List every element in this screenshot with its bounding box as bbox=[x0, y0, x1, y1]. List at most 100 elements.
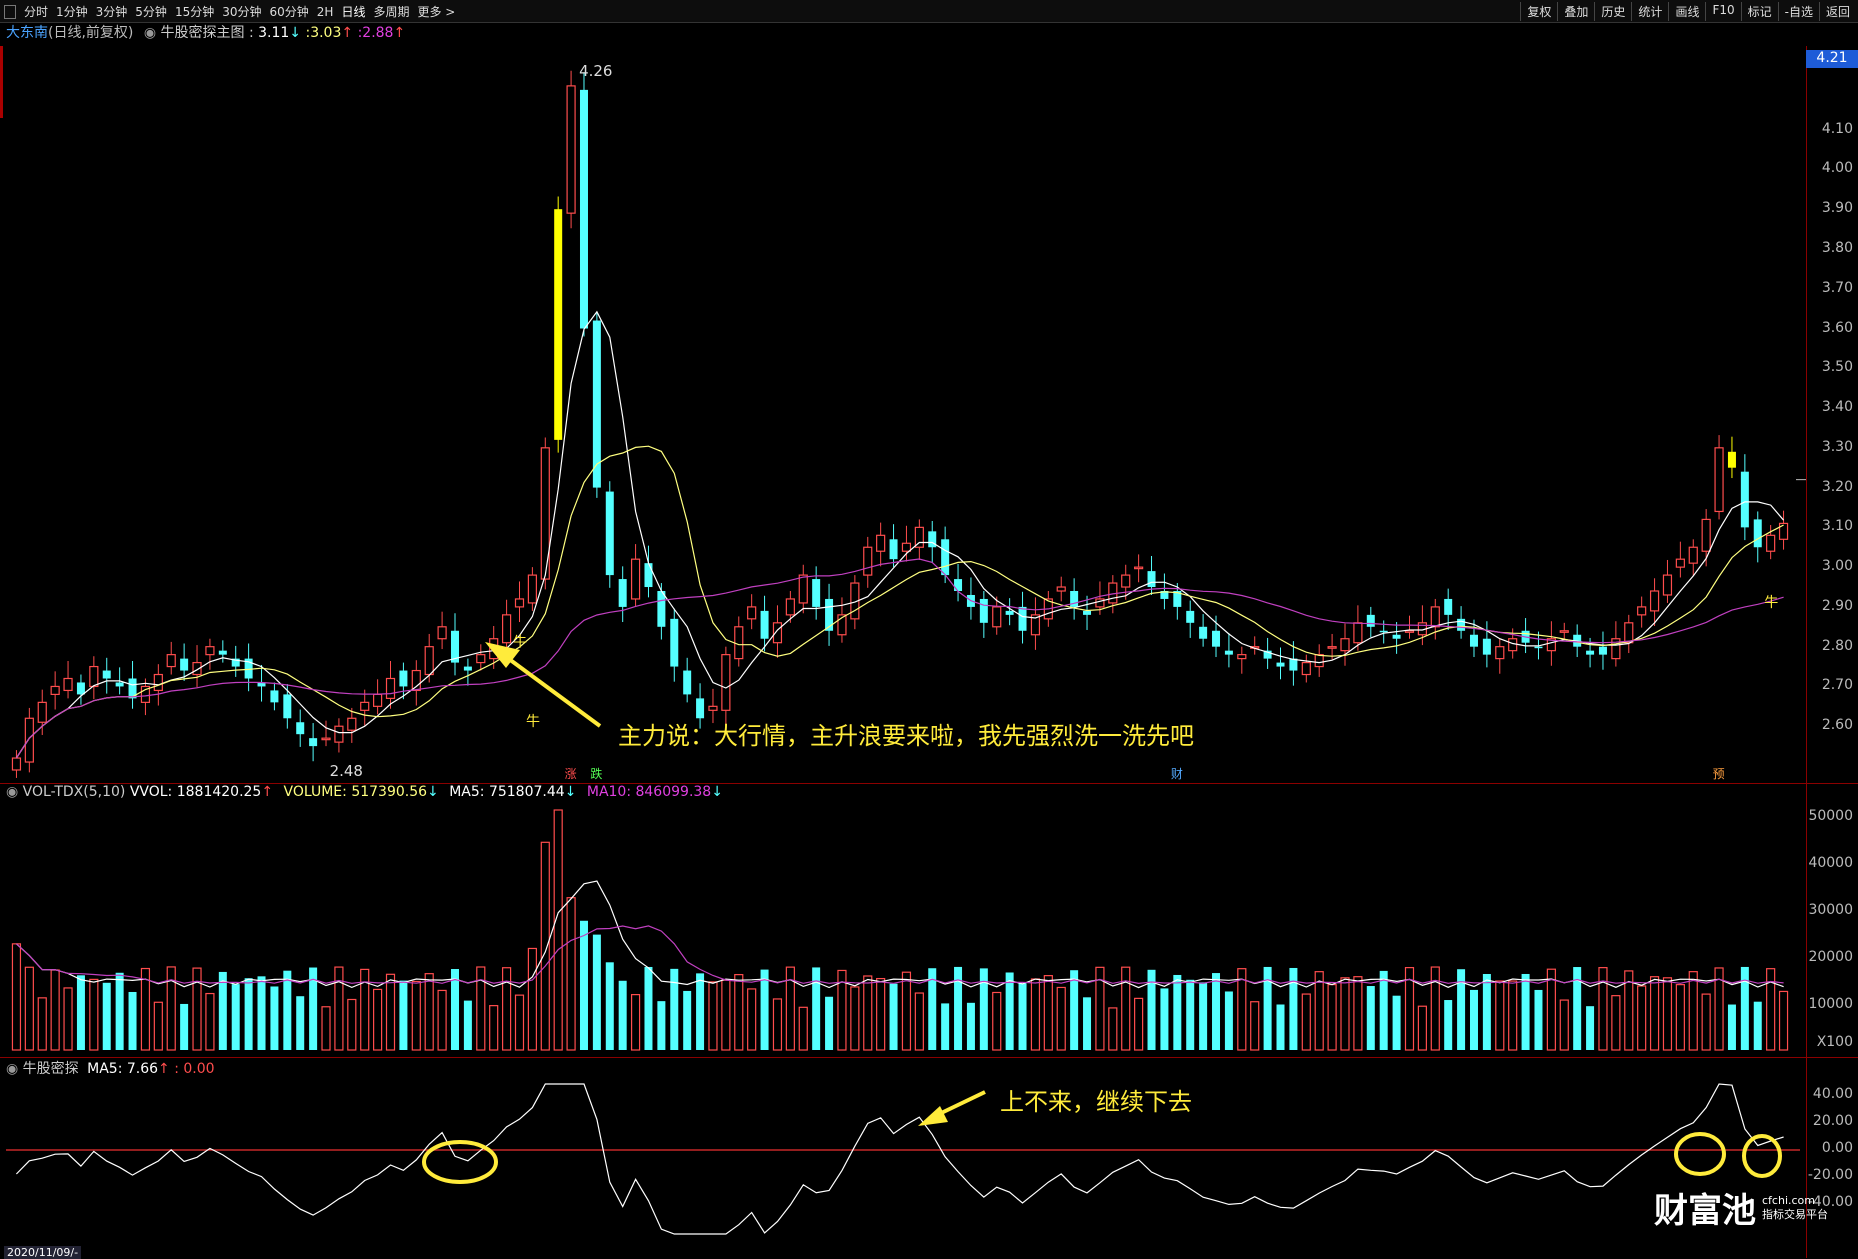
volume-tick: 20000 bbox=[1808, 949, 1853, 965]
candle-body bbox=[373, 693, 383, 707]
period-tab-9[interactable]: 多周期 bbox=[373, 3, 409, 20]
main-annotation: 主力说：大行情，主升浪要来啦，我先强烈洗一洗先吧 bbox=[618, 722, 1194, 750]
volume-chart[interactable] bbox=[0, 800, 1806, 1057]
volume-bar bbox=[1160, 988, 1169, 1050]
candle-body bbox=[889, 539, 898, 560]
candle-body bbox=[1495, 646, 1505, 660]
volume-bar bbox=[1417, 1005, 1427, 1051]
logo-tagline: 指标交易平台 bbox=[1762, 1207, 1828, 1221]
stock-name[interactable]: 大东南 bbox=[6, 25, 48, 41]
candle-body bbox=[347, 717, 357, 731]
period-tab-3[interactable]: 5分钟 bbox=[135, 3, 167, 20]
toolbar-button-8[interactable]: 返回 bbox=[1818, 2, 1856, 21]
candle-body bbox=[1134, 566, 1144, 570]
volume-bar bbox=[1649, 976, 1660, 1051]
candle-body bbox=[1224, 650, 1233, 655]
period-tab-2[interactable]: 3分钟 bbox=[96, 3, 128, 20]
indicator-name[interactable]: 牛股密探主图 : bbox=[161, 25, 254, 41]
toolbar-button-6[interactable]: 标记 bbox=[1740, 2, 1778, 21]
toolbar-button-4[interactable]: 画线 bbox=[1668, 2, 1705, 21]
volume-bar bbox=[1559, 999, 1569, 1051]
price-tick: 4.10 bbox=[1821, 120, 1853, 137]
candle-body bbox=[1649, 590, 1660, 612]
volume-bar bbox=[618, 980, 627, 1050]
indicator-value-3: 2.88 bbox=[362, 25, 394, 41]
toolbar-button-0[interactable]: 复权 bbox=[1520, 2, 1557, 21]
volume-bar bbox=[1508, 980, 1518, 1051]
candle-body bbox=[1766, 534, 1776, 552]
price-tick: 3.60 bbox=[1821, 319, 1853, 336]
volume-bar bbox=[180, 1003, 189, 1050]
volume-bar bbox=[89, 978, 99, 1051]
volume-bar bbox=[334, 966, 344, 1051]
toolbar-button-3[interactable]: 统计 bbox=[1631, 2, 1668, 21]
candle-body bbox=[657, 591, 666, 627]
volume-bar bbox=[772, 998, 783, 1051]
oscillator-chart[interactable] bbox=[0, 1074, 1806, 1258]
toolbar-button-1[interactable]: 叠加 bbox=[1557, 2, 1594, 21]
candle-body bbox=[424, 646, 434, 676]
candle-body bbox=[296, 722, 305, 735]
period-tab-1[interactable]: 1分钟 bbox=[56, 3, 88, 20]
candle-body bbox=[1147, 571, 1156, 588]
price-tick: 2.70 bbox=[1821, 677, 1853, 694]
toolbar-right-buttons: 复权 叠加 历史 统计 画线 F10 标记 -自选 返回 bbox=[1520, 2, 1856, 21]
period-tab-6[interactable]: 60分钟 bbox=[270, 3, 309, 20]
candle-body bbox=[954, 579, 963, 591]
candle-body bbox=[411, 669, 421, 692]
settings-icon[interactable]: ◉ bbox=[6, 784, 18, 800]
settings-icon[interactable]: ◉ bbox=[144, 25, 156, 41]
volume-bar bbox=[1043, 975, 1053, 1051]
toolbar-button-5[interactable]: F10 bbox=[1705, 2, 1740, 21]
period-tab-0[interactable]: 分时 bbox=[24, 3, 48, 20]
arrow-shaft bbox=[503, 654, 602, 728]
candle-body bbox=[153, 673, 163, 692]
volume-bar bbox=[747, 988, 757, 1051]
candle-body bbox=[1444, 598, 1453, 615]
period-tab-8[interactable]: 日线 bbox=[341, 3, 365, 20]
volume-bar bbox=[244, 978, 253, 1050]
candle-body bbox=[385, 677, 396, 699]
candle-body bbox=[1586, 650, 1595, 655]
candle-body bbox=[798, 574, 808, 604]
candle-body bbox=[1212, 630, 1221, 647]
volume-value: VOLUME: 517390.56 bbox=[283, 784, 428, 800]
candle-body bbox=[309, 738, 318, 747]
niu-signal-label: 牛 bbox=[526, 714, 540, 730]
candle-body bbox=[1624, 622, 1634, 644]
period-tab-7[interactable]: 2H bbox=[317, 5, 334, 19]
volume-bar bbox=[1199, 982, 1208, 1050]
toolbar-button-7[interactable]: -自选 bbox=[1777, 2, 1819, 21]
price-tick: 3.30 bbox=[1821, 438, 1853, 455]
price-tick: 3.50 bbox=[1821, 359, 1853, 376]
volume-bar bbox=[540, 841, 550, 1051]
candle-body bbox=[785, 598, 795, 616]
logo-domain: cfchi.com bbox=[1762, 1193, 1815, 1207]
volume-bar bbox=[760, 969, 769, 1050]
candlestick-chart[interactable]: 4.262.48牛牛牛牛涨跌财预 bbox=[0, 46, 1806, 784]
volume-indicator-title[interactable]: VOL-TDX(5,10) bbox=[23, 784, 126, 800]
period-tab-5[interactable]: 30分钟 bbox=[222, 3, 261, 20]
candle-body bbox=[992, 606, 1002, 628]
niu-signal-label: 牛 bbox=[513, 635, 527, 651]
volume-bar bbox=[914, 992, 924, 1051]
panel-toggle-icon[interactable] bbox=[4, 4, 16, 19]
price-tick: 3.10 bbox=[1821, 518, 1853, 535]
volume-bar bbox=[863, 975, 873, 1051]
candle-body bbox=[11, 757, 22, 771]
volume-bar bbox=[1598, 967, 1608, 1051]
volume-bar bbox=[11, 943, 22, 1051]
period-tab-4[interactable]: 15分钟 bbox=[175, 3, 214, 20]
volume-bar bbox=[734, 974, 744, 1051]
current-price-badge: 4.21 bbox=[1806, 50, 1858, 68]
volume-bar bbox=[1637, 985, 1647, 1051]
volume-bar bbox=[1301, 993, 1311, 1051]
candle-body bbox=[1056, 586, 1066, 592]
candle-body bbox=[901, 542, 912, 552]
candle-body bbox=[1637, 606, 1647, 616]
period-tab-10[interactable]: 更多 > bbox=[417, 3, 455, 20]
volume-bar bbox=[37, 997, 47, 1051]
period-list: 分时 1分钟 3分钟 5分钟 15分钟 30分钟 60分钟 2H 日线 多周期 更多 > bbox=[4, 3, 455, 20]
toolbar-button-2[interactable]: 历史 bbox=[1594, 2, 1631, 21]
candle-body bbox=[1714, 447, 1724, 513]
